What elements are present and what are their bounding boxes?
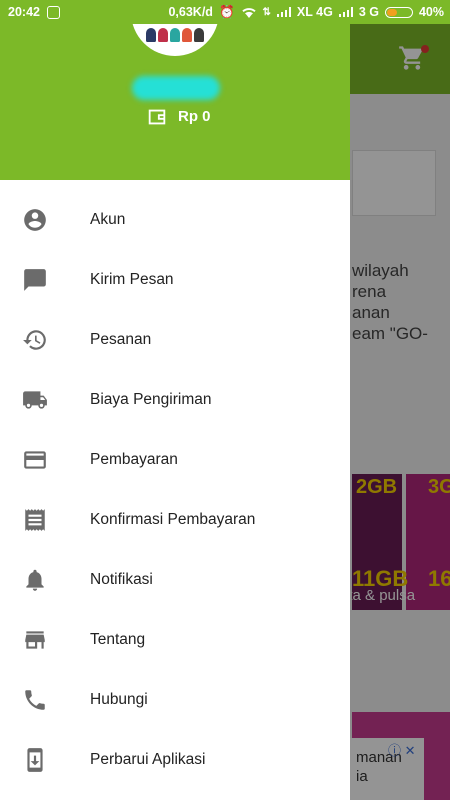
menu-label: Konfirmasi Pembayaran xyxy=(90,511,256,528)
carrier-2: 3 G xyxy=(358,5,379,19)
history-icon xyxy=(22,327,48,353)
menu-item-pesanan[interactable]: Pesanan xyxy=(0,310,350,370)
battery-icon xyxy=(384,6,413,18)
menu-label: Pembayaran xyxy=(90,451,178,468)
username-redacted xyxy=(132,76,220,100)
network-speed: 0,63K/d xyxy=(168,5,213,19)
wifi-icon xyxy=(241,8,256,18)
shoe-picture xyxy=(146,28,204,42)
menu-item-pembayaran[interactable]: Pembayaran xyxy=(0,430,350,490)
menu-label: Akun xyxy=(90,211,126,228)
receipt-icon xyxy=(22,507,48,533)
menu-item-konfirmasi-pembayaran[interactable]: Konfirmasi Pembayaran xyxy=(0,490,350,550)
menu-label: Biaya Pengiriman xyxy=(90,391,212,408)
carrier-1: XL 4G xyxy=(296,5,333,19)
drawer-header: Rp 0 xyxy=(0,0,350,180)
status-time: 20:42 xyxy=(8,5,40,19)
menu-item-biaya-pengiriman[interactable]: Biaya Pengiriman xyxy=(0,370,350,430)
battery-fill xyxy=(386,8,398,16)
credit-card-icon xyxy=(22,447,48,473)
wallet-icon xyxy=(148,109,166,125)
store-icon xyxy=(22,627,48,653)
menu-label: Perbarui Aplikasi xyxy=(90,751,206,768)
battery-percent: 40% xyxy=(418,5,444,19)
menu-item-tentang[interactable]: Tentang xyxy=(0,610,350,670)
data-arrows-icon: ⇅ xyxy=(262,6,271,18)
menu-item-hubungi[interactable]: Hubungi xyxy=(0,670,350,730)
status-bar: 20:42 0,63K/d ⏰ ⇅ XL 4G 3 G 40% xyxy=(0,0,450,24)
bell-icon xyxy=(22,567,48,593)
menu-label: Tentang xyxy=(90,631,146,648)
wallet-balance: Rp 0 xyxy=(178,108,211,125)
drawer-menu: Akun Kirim Pesan Pesanan Biaya Pengirima… xyxy=(0,190,350,790)
menu-item-akun[interactable]: Akun xyxy=(0,190,350,250)
truck-icon xyxy=(22,387,48,413)
app-update-icon xyxy=(22,747,48,773)
menu-item-notifikasi[interactable]: Notifikasi xyxy=(0,550,350,610)
menu-label: Kirim Pesan xyxy=(90,271,174,288)
signal-icon-1 xyxy=(276,7,291,17)
notification-app-icon xyxy=(46,5,60,19)
menu-label: Pesanan xyxy=(90,331,152,348)
menu-item-kirim-pesan[interactable]: Kirim Pesan xyxy=(0,250,350,310)
signal-icon-2 xyxy=(338,7,353,17)
alarm-icon: ⏰ xyxy=(218,4,235,19)
menu-label: Hubungi xyxy=(90,691,148,708)
navigation-drawer: Rp 0 Akun Kirim Pesan Pesanan Biaya Peng… xyxy=(0,0,350,800)
menu-item-perbarui-aplikasi[interactable]: Perbarui Aplikasi xyxy=(0,730,350,790)
account-circle-icon xyxy=(22,207,48,233)
menu-label: Notifikasi xyxy=(90,571,153,588)
phone-icon xyxy=(22,687,48,713)
message-icon xyxy=(22,267,48,293)
